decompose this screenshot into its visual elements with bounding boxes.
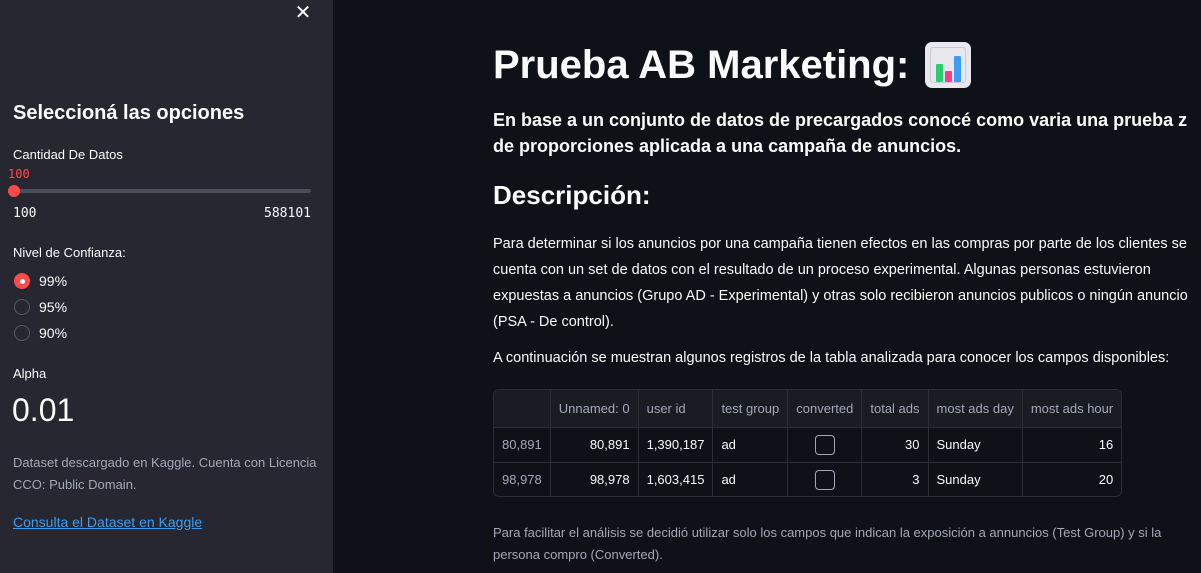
column-header-most-ads-hour[interactable]: most ads hour: [1022, 390, 1121, 428]
radio-option-95[interactable]: 95%: [14, 299, 67, 315]
column-header-test-group[interactable]: test group: [712, 390, 789, 428]
data-table[interactable]: Unnamed: 0 user id test group converted …: [493, 389, 1122, 497]
column-header-unnamed[interactable]: Unnamed: 0: [550, 390, 639, 428]
slider-current-value: 100: [8, 167, 30, 181]
metric-value: 0.01: [12, 392, 75, 428]
kaggle-dataset-link[interactable]: Consulta el Dataset en Kaggle: [13, 514, 202, 530]
cell-total-ads[interactable]: 3: [861, 462, 929, 496]
dataset-note: Dataset descargado en Kaggle. Cuenta con…: [13, 455, 317, 492]
slider-label: Cantidad De Datos: [13, 147, 123, 162]
confidence-label: Nivel de Confianza:: [13, 245, 126, 260]
radio-button[interactable]: [14, 299, 30, 315]
cell-most-ads-day[interactable]: Sunday: [928, 462, 1023, 496]
column-header-total-ads[interactable]: total ads: [861, 390, 929, 428]
cell-unnamed[interactable]: 98,978: [550, 462, 639, 496]
radio-option-label: 99%: [39, 273, 68, 289]
slider-min-label: 100: [13, 206, 37, 221]
cell-converted[interactable]: [787, 462, 863, 496]
cell-most-ads-day[interactable]: Sunday: [928, 427, 1023, 463]
sidebar: ✕ Seleccioná las opciones Cantidad De Da…: [0, 0, 333, 573]
cell-unnamed[interactable]: 80,891: [550, 427, 639, 463]
page-title-text: Prueba AB Marketing:: [493, 42, 910, 87]
column-header-user-id[interactable]: user id: [638, 390, 714, 428]
sidebar-title: Seleccioná las opciones: [13, 102, 245, 124]
close-sidebar-button[interactable]: ✕: [293, 2, 313, 24]
page-subtitle: En base a un conjunto de datos de precar…: [493, 110, 1188, 156]
table-row: 80,891 80,891 1,390,187 ad 30 Sunday 16: [494, 427, 1121, 463]
slider-thumb[interactable]: [8, 185, 20, 197]
column-header-index[interactable]: [494, 390, 551, 428]
radio-button-selected[interactable]: [14, 273, 30, 289]
analysis-footnote: Para facilitar el análisis se decidió ut…: [493, 525, 1162, 562]
table-row: 98,978 98,978 1,603,415 ad 3 Sunday 20: [494, 462, 1121, 496]
radio-option-label: 90%: [39, 325, 68, 341]
slider-track[interactable]: [13, 189, 311, 193]
close-icon: ✕: [294, 2, 312, 24]
radio-option-99[interactable]: 99%: [14, 273, 67, 289]
cell-user-id[interactable]: 1,603,415: [638, 462, 714, 496]
column-header-converted[interactable]: converted: [787, 390, 863, 428]
radio-option-90[interactable]: 90%: [14, 325, 67, 341]
table-header-row: Unnamed: 0 user id test group converted …: [494, 390, 1121, 428]
table-intro: A continuación se muestran algunos regis…: [493, 350, 1170, 366]
cell-test-group[interactable]: ad: [712, 427, 789, 463]
cell-total-ads[interactable]: 30: [861, 427, 929, 463]
section-title: Descripción:: [493, 180, 651, 210]
description-paragraph: Para determinar si los anuncios por una …: [493, 236, 1188, 330]
checkbox-unchecked[interactable]: [814, 434, 835, 455]
slider-max-label: 588101: [264, 206, 311, 221]
checkbox-unchecked[interactable]: [814, 469, 835, 490]
page-title: Prueba AB Marketing:: [493, 42, 972, 88]
metric-label: Alpha: [13, 366, 47, 381]
cell-most-ads-hour[interactable]: 16: [1022, 427, 1121, 463]
cell-user-id[interactable]: 1,390,187: [638, 427, 714, 463]
cell-converted[interactable]: [787, 427, 863, 463]
row-index[interactable]: 98,978: [494, 462, 551, 496]
radio-option-label: 95%: [39, 299, 68, 315]
column-header-most-ads-day[interactable]: most ads day: [928, 390, 1023, 428]
cell-test-group[interactable]: ad: [712, 462, 789, 496]
cell-most-ads-hour[interactable]: 20: [1022, 462, 1121, 496]
bar-chart-icon: [925, 42, 972, 88]
row-index[interactable]: 80,891: [494, 427, 551, 463]
radio-button[interactable]: [14, 325, 30, 341]
